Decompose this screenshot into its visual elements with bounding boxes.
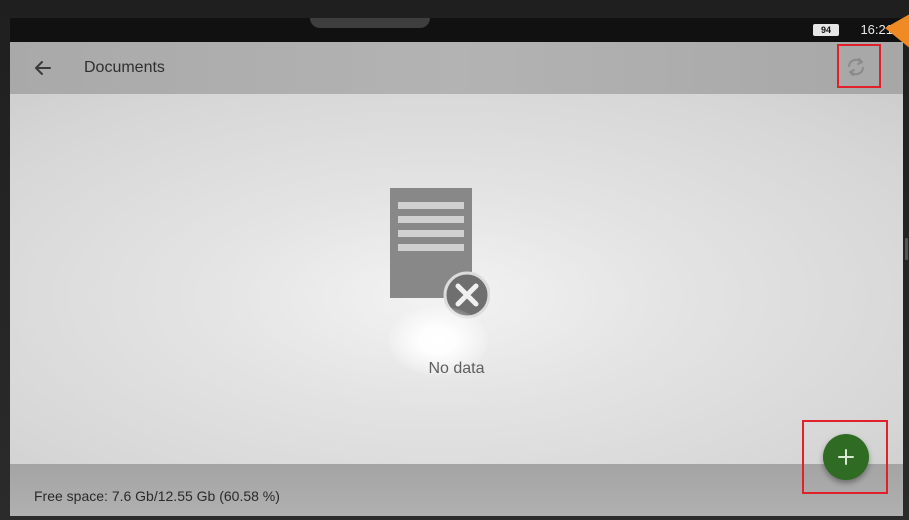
document-list-area: No data xyxy=(10,94,903,464)
refresh-icon xyxy=(848,58,864,76)
battery-indicator: 94 xyxy=(813,24,839,36)
status-bar: 94 16:21 xyxy=(10,18,903,42)
storage-footer: Free space: 7.6 Gb/12.55 Gb (60.58 %) xyxy=(10,464,903,516)
pointer-arrow-icon xyxy=(885,14,909,48)
device-side-button xyxy=(905,238,908,260)
back-button[interactable] xyxy=(28,54,58,82)
free-space-label: Free space: 7.6 Gb/12.55 Gb (60.58 %) xyxy=(34,488,280,504)
device-bezel: 94 16:21 Documents No data Free space: 7… xyxy=(0,0,909,520)
arrow-left-icon xyxy=(35,61,51,75)
add-document-button[interactable] xyxy=(823,434,869,480)
device-screen: 94 16:21 Documents No data Free space: 7… xyxy=(10,18,903,516)
refresh-button[interactable] xyxy=(839,50,873,84)
empty-state-message: No data xyxy=(428,360,485,377)
plus-icon xyxy=(838,449,854,465)
document-error-icon xyxy=(390,188,490,319)
app-bar: Documents xyxy=(10,42,903,94)
status-bar-glare xyxy=(310,18,430,28)
page-title: Documents xyxy=(84,59,165,76)
